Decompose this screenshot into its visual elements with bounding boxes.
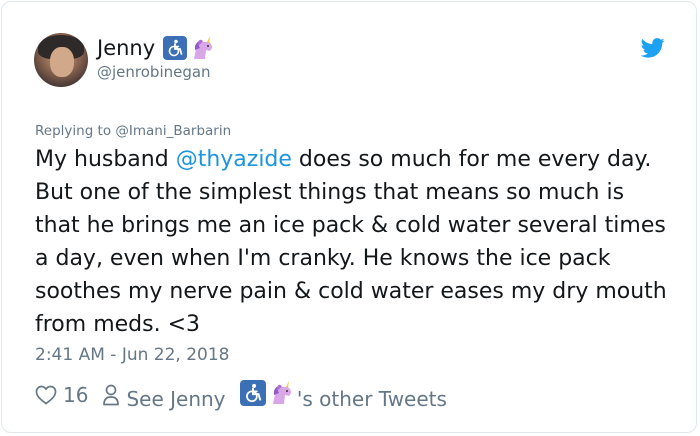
- tweet-text-start: My husband: [35, 147, 176, 172]
- see-other-tweets-link[interactable]: See Jenny 's other Tweets: [126, 379, 447, 411]
- tweet-text-rest: does so much for me every day. But one o…: [35, 147, 667, 337]
- see-suffix: 's other Tweets: [296, 386, 447, 411]
- like-count[interactable]: 16: [63, 383, 88, 407]
- tweet-card[interactable]: Jenny @jenrobinegan Replying to @Imani_B…: [1, 1, 697, 433]
- person-icon[interactable]: [102, 384, 120, 406]
- replying-prefix: Replying to: [35, 123, 116, 139]
- tweet-text: My husband @thyazide does so much for me…: [35, 143, 675, 341]
- replying-to-handle[interactable]: @Imani_Barbarin: [115, 123, 231, 139]
- unicorn-icon: [269, 380, 295, 406]
- author-name-row[interactable]: Jenny: [97, 33, 216, 63]
- user-handle[interactable]: @jenrobinegan: [97, 63, 211, 81]
- wheelchair-icon: [163, 36, 188, 60]
- inline-badges: [239, 379, 295, 406]
- tweet-actions: 16 See Jenny 's other Tweets: [35, 379, 447, 411]
- tweet-timestamp[interactable]: 2:41 AM - Jun 22, 2018: [35, 345, 230, 365]
- unicorn-icon: [190, 35, 216, 61]
- twitter-bird-icon[interactable]: [641, 38, 665, 58]
- heart-icon[interactable]: [35, 385, 57, 405]
- see-prefix: See Jenny: [126, 386, 226, 411]
- replying-to-line: Replying to @Imani_Barbarin: [35, 123, 231, 139]
- mention-link[interactable]: @thyazide: [176, 147, 292, 172]
- wheelchair-icon: [239, 379, 266, 406]
- avatar-face: [50, 47, 74, 77]
- display-name[interactable]: Jenny: [97, 36, 155, 60]
- avatar[interactable]: [34, 33, 88, 87]
